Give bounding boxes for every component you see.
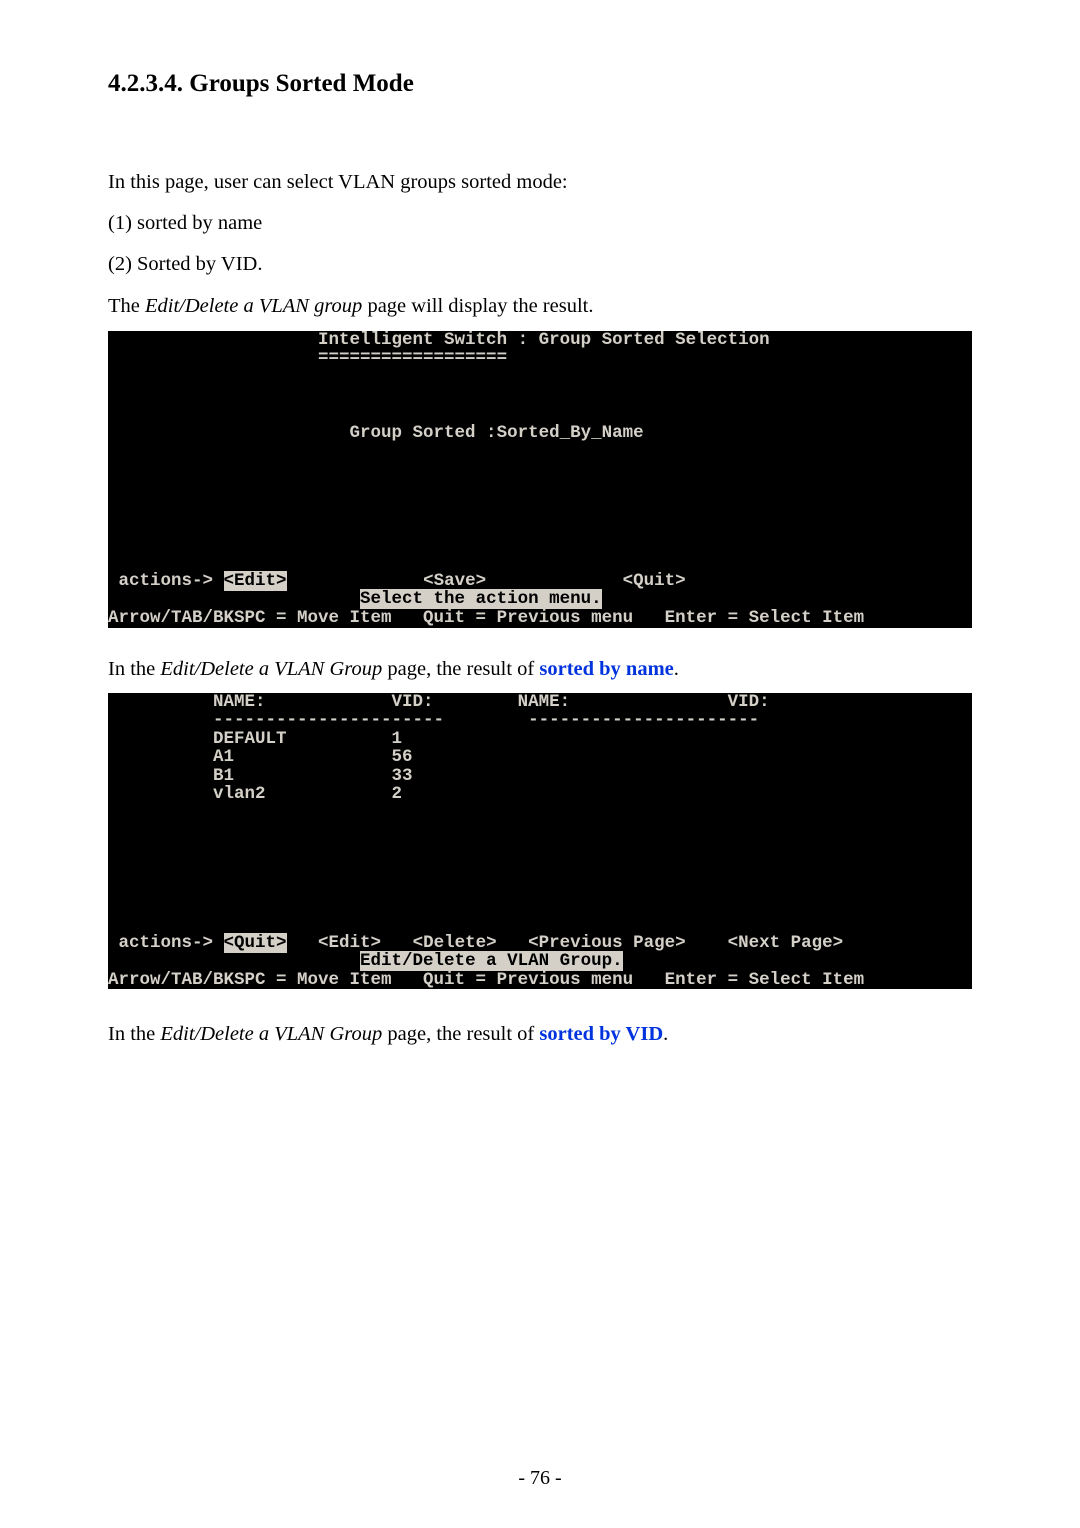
- term2-status-inv: Edit/Delete a VLAN Group.: [360, 951, 623, 971]
- intro-tail: page will display the result.: [362, 295, 593, 317]
- term2-row3: B1 33: [108, 767, 972, 786]
- option-1: (1) sorted by name: [108, 207, 972, 240]
- term2-actions-rest: <Edit> <Delete> <Previous Page> <Next Pa…: [287, 933, 844, 953]
- term2-actions-pre: actions->: [108, 933, 224, 953]
- term2-row2: A1 56: [108, 748, 972, 767]
- term1-footer: Arrow/TAB/BKSPC = Move Item Quit = Previ…: [108, 609, 972, 628]
- term2-header: NAME: VID: NAME: VID:: [108, 693, 972, 712]
- r1-tail: .: [674, 658, 679, 680]
- terminal-screenshot-2: NAME: VID: NAME: VID: ------------------…: [108, 693, 972, 990]
- term2-divider: ---------------------- -----------------…: [108, 711, 972, 730]
- result-line-1: In the Edit/Delete a VLAN Group page, th…: [108, 658, 972, 681]
- r2-pre: In the: [108, 1023, 160, 1045]
- term1-actions-mid: <Save> <Quit>: [287, 571, 686, 591]
- term2-footer: Arrow/TAB/BKSPC = Move Item Quit = Previ…: [108, 971, 972, 990]
- r2-mid: page, the result of: [382, 1023, 539, 1045]
- the-word: The: [108, 295, 140, 317]
- page-number: - 76 -: [0, 1467, 1080, 1490]
- term1-underline: ==================: [108, 349, 972, 368]
- r2-italic: Edit/Delete a VLAN Group: [160, 1023, 382, 1045]
- r1-keyword: sorted by name: [539, 658, 673, 680]
- term1-edit-highlight: <Edit>: [224, 571, 287, 591]
- r1-italic: Edit/Delete a VLAN Group: [160, 658, 382, 680]
- term1-actions-pre: actions->: [108, 571, 224, 591]
- term2-quit-highlight: <Quit>: [224, 933, 287, 953]
- r2-keyword: sorted by VID: [539, 1023, 663, 1045]
- section-heading: 4.2.3.4. Groups Sorted Mode: [108, 70, 972, 98]
- term2-row1: DEFAULT 1: [108, 730, 972, 749]
- term1-title: Intelligent Switch : Group Sorted Select…: [108, 331, 972, 350]
- r1-pre: In the: [108, 658, 160, 680]
- option-2: (2) Sorted by VID.: [108, 248, 972, 281]
- r2-tail: .: [663, 1023, 668, 1045]
- term1-status-pre: [108, 589, 360, 609]
- intro-line: In this page, user can select VLAN group…: [108, 166, 972, 199]
- term2-row4: vlan2 2: [108, 785, 972, 804]
- intro-tail-line: The Edit/Delete a VLAN group page will d…: [108, 290, 972, 323]
- term2-status-pre: [108, 951, 360, 971]
- terminal-screenshot-1: Intelligent Switch : Group Sorted Select…: [108, 331, 972, 628]
- result-line-2: In the Edit/Delete a VLAN Group page, th…: [108, 1023, 972, 1046]
- page-name-italic: Edit/Delete a VLAN group: [145, 295, 362, 317]
- r1-mid: page, the result of: [382, 658, 539, 680]
- term1-status-inv: Select the action menu.: [360, 589, 602, 609]
- term1-group-line: Group Sorted :Sorted_By_Name: [108, 424, 972, 443]
